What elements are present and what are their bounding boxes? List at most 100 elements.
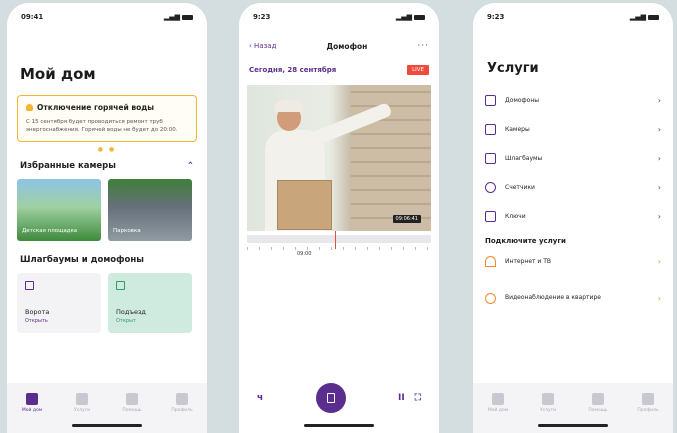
- timeline-scrubber[interactable]: 09:00: [247, 231, 431, 257]
- services-list: Домофоны › Камеры › Шлагбаумы › Счетчики › К…: [473, 86, 673, 231]
- gate-icon: [25, 281, 34, 290]
- tab-home[interactable]: Мой дом: [12, 393, 52, 433]
- signal-icon: ▂▄▆: [629, 13, 646, 21]
- gate-tile[interactable]: Ворота Открыть: [17, 273, 101, 333]
- intercom-icon: [485, 95, 496, 106]
- tab-profile[interactable]: Профиль: [162, 393, 202, 433]
- date-selector[interactable]: Сегодня, 28 сентября: [249, 66, 336, 74]
- service-item-intercoms[interactable]: Домофоны ›: [473, 86, 673, 115]
- chevron-right-icon: ›: [657, 257, 661, 266]
- tile-name: Ворота: [25, 308, 50, 316]
- nav-title: Домофон: [326, 41, 368, 51]
- tab-home[interactable]: Мой дом: [478, 393, 518, 433]
- chevron-right-icon: ›: [657, 212, 661, 221]
- barriers-section-title: Шлагбаумы и домофоны: [20, 255, 144, 265]
- video-box: [277, 180, 332, 230]
- camera-label: Парковка: [113, 228, 141, 234]
- status-time: 9:23: [253, 13, 271, 21]
- tab-help[interactable]: Помощь: [578, 393, 618, 433]
- tile-name: Подъезд: [116, 308, 146, 316]
- speed-control[interactable]: ч: [257, 393, 263, 403]
- service-label: Интернет и ТВ: [505, 257, 552, 265]
- home-indicator: [538, 424, 608, 427]
- battery-icon: [414, 14, 425, 20]
- status-icons: ▂▄▆: [630, 13, 659, 21]
- open-door-button[interactable]: [315, 383, 346, 413]
- chat-icon: [126, 393, 138, 405]
- tab-help[interactable]: Помощь: [112, 393, 152, 433]
- notice-card[interactable]: Отключение горячей воды С 15 сентября бу…: [17, 95, 197, 142]
- home-icon: [492, 393, 504, 405]
- live-badge: LIVE: [407, 65, 429, 75]
- service-item-meters[interactable]: Счетчики ›: [473, 173, 673, 202]
- service-item-internet-tv[interactable]: Интернет и ТВ ›: [473, 247, 673, 276]
- tile-status: Открыть: [25, 318, 48, 324]
- tab-label: Мой дом: [487, 408, 509, 413]
- nav-bar: ‹ Назад Домофон ···: [239, 35, 439, 57]
- status-icons: ▂▄▆: [164, 13, 193, 21]
- battery-icon: [182, 14, 193, 20]
- user-icon: [642, 393, 654, 405]
- camera-card-playground[interactable]: Детская площадка: [17, 179, 101, 241]
- chevron-right-icon: ›: [657, 183, 661, 192]
- service-label: Ключи: [505, 212, 526, 220]
- tab-label: Услуги: [539, 408, 557, 413]
- pager-dots[interactable]: ● ●: [7, 146, 207, 153]
- door-icon: [116, 281, 125, 290]
- status-bar: 9:23 ▂▄▆: [473, 3, 673, 31]
- bell-icon: [26, 104, 33, 111]
- service-item-keys[interactable]: Ключи ›: [473, 202, 673, 231]
- wifi-icon: [485, 256, 496, 267]
- service-item-barriers[interactable]: Шлагбаумы ›: [473, 144, 673, 173]
- status-time: 09:41: [21, 13, 44, 21]
- chevron-right-icon: ›: [657, 96, 661, 105]
- pause-icon[interactable]: II: [398, 393, 405, 403]
- back-button[interactable]: ‹ Назад: [249, 42, 276, 50]
- home-icon: [26, 393, 38, 405]
- camera-card-parking[interactable]: Парковка: [108, 179, 192, 241]
- service-label: Видеонаблюдение в квартире: [505, 294, 601, 301]
- video-feed[interactable]: 09:06:41: [247, 85, 431, 231]
- tab-profile[interactable]: Профиль: [628, 393, 668, 433]
- service-item-cameras[interactable]: Камеры ›: [473, 115, 673, 144]
- timeline-ticks: [247, 247, 431, 250]
- video-cap: [274, 100, 304, 112]
- status-icons: ▂▄▆: [396, 13, 425, 21]
- more-icon[interactable]: ···: [417, 41, 429, 51]
- service-item-home-video[interactable]: Видеонаблюдение в квартире ›: [473, 276, 673, 320]
- service-label: Домофоны: [505, 96, 540, 104]
- entrance-tile[interactable]: Подъезд Открыт: [108, 273, 192, 333]
- chevron-up-icon[interactable]: ⌃: [187, 161, 194, 171]
- notice-body: С 15 сентября будет проводиться ремонт т…: [26, 119, 178, 133]
- service-label: Шлагбаумы: [505, 154, 543, 162]
- tab-label: Помощь: [588, 408, 608, 413]
- tab-label: Услуги: [73, 408, 91, 413]
- tab-services[interactable]: Услуги: [528, 393, 568, 433]
- fullscreen-icon[interactable]: ⛶: [415, 393, 421, 403]
- right-controls: II ⛶: [398, 393, 421, 403]
- cameras-section-header[interactable]: Избранные камеры ⌃: [7, 161, 207, 171]
- grid-icon: [542, 393, 554, 405]
- tile-status: Открыт: [116, 318, 136, 324]
- tab-label: Помощь: [122, 408, 142, 413]
- video-camera-icon: [485, 292, 496, 304]
- user-icon: [176, 393, 188, 405]
- home-indicator: [304, 424, 374, 427]
- page-title: Услуги: [487, 61, 539, 76]
- door-icon: [326, 393, 335, 403]
- date-row: Сегодня, 28 сентября LIVE: [239, 65, 439, 75]
- tab-services[interactable]: Услуги: [62, 393, 102, 433]
- video-wall: [351, 85, 431, 231]
- status-bar: 9:23 ▂▄▆: [239, 3, 439, 31]
- phone-services-screen: 9:23 ▂▄▆ Услуги Домофоны › Камеры › Шлагба…: [473, 3, 673, 433]
- tab-label: Профиль: [637, 408, 659, 413]
- cameras-row: Детская площадка Парковка: [7, 179, 207, 241]
- chevron-right-icon: ›: [657, 125, 661, 134]
- battery-icon: [648, 14, 659, 20]
- notice-title-text: Отключение горячей воды: [37, 103, 155, 112]
- camera-label: Детская площадка: [22, 228, 78, 234]
- chat-icon: [592, 393, 604, 405]
- status-time: 9:23: [487, 13, 505, 21]
- barrier-icon: [485, 153, 496, 164]
- home-indicator: [72, 424, 142, 427]
